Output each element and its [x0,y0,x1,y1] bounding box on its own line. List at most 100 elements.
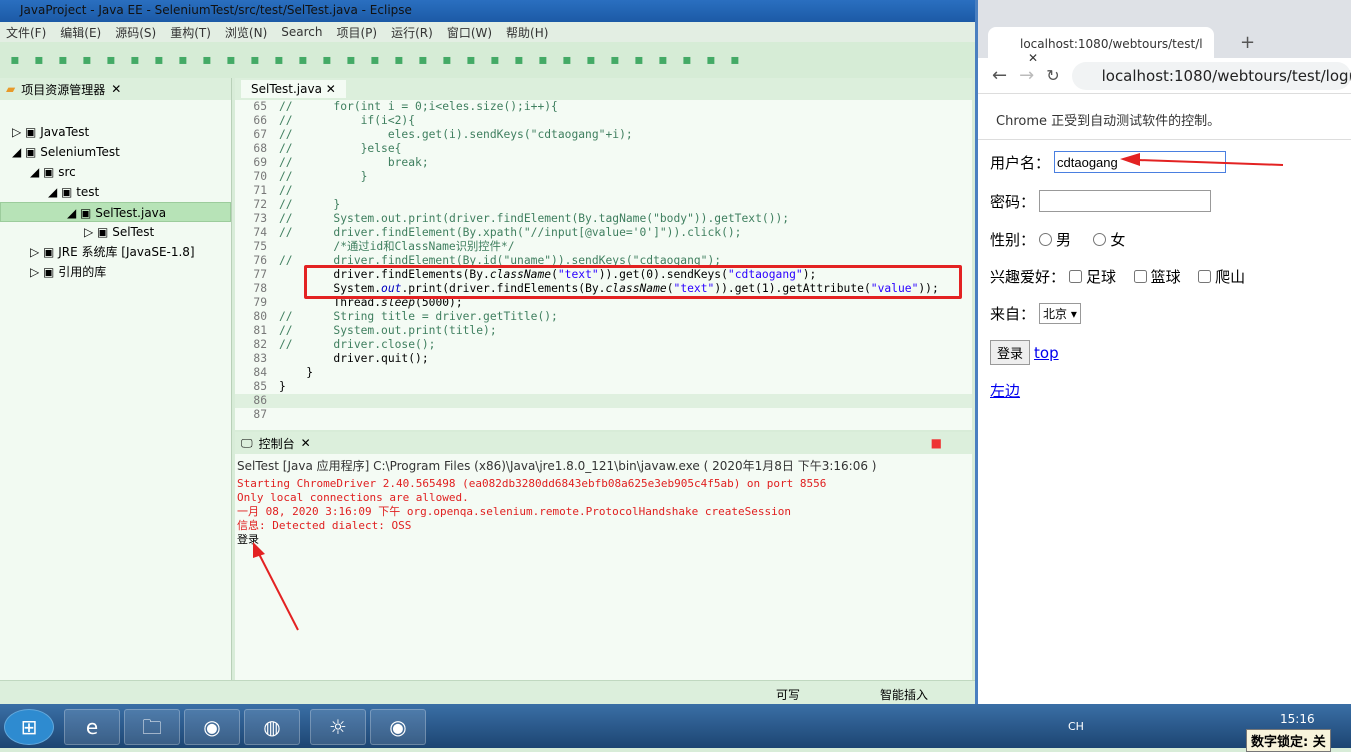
suspend-icon[interactable]: ▪ [174,51,192,69]
from-select[interactable]: 北京 ▾ [1039,303,1081,324]
menu-item[interactable]: 项目(P) [337,24,378,41]
step-into-icon[interactable]: ▪ [246,51,264,69]
expand-arrow-icon[interactable]: ▷ [84,225,97,239]
hobby-climbing-checkbox[interactable] [1198,270,1212,283]
code-line[interactable]: 66 // if(i<2){ [235,114,972,128]
code-line[interactable]: 83 driver.quit(); [235,352,972,366]
disconnect-icon[interactable]: ▪ [222,51,240,69]
tree-item[interactable]: ▷ ▣ SelTest [0,222,231,242]
close-icon[interactable]: ✕ [301,436,311,450]
marker-icon[interactable]: ▪ [558,51,576,69]
code-line[interactable]: 75 /*通过id和ClassName识别控件*/ [235,240,972,254]
expand-arrow-icon[interactable]: ◢ [12,145,25,159]
code-line[interactable]: 70 // } [235,170,972,184]
new-icon[interactable]: ▪ [6,51,24,69]
taskbar-chrome-icon[interactable]: ◉ [184,709,240,745]
save-icon[interactable]: ▪ [54,51,72,69]
expand-arrow-icon[interactable]: ◢ [67,206,80,220]
code-line[interactable]: 81 // System.out.print(title); [235,324,972,338]
code-line[interactable]: 71 // [235,184,972,198]
code-line[interactable]: 80 // String title = driver.getTitle(); [235,310,972,324]
gender-female-radio[interactable] [1093,233,1107,246]
top-link[interactable]: top [1034,344,1059,362]
external-tools-icon[interactable]: ▪ [414,51,432,69]
tree-item[interactable]: ◢ ▣ SeleniumTest [0,142,231,162]
web-icon[interactable]: ▪ [438,51,456,69]
code-line[interactable]: 72 // } [235,198,972,212]
tree-item[interactable]: ◢ ▣ test [0,182,231,202]
step-over-icon[interactable]: ▪ [270,51,288,69]
taskbar-eclipse-icon[interactable]: ☼ [310,709,366,745]
globe-icon[interactable]: ▪ [678,51,696,69]
code-line[interactable]: 86 [235,394,972,408]
hobby-basketball-checkbox[interactable] [1133,270,1147,283]
code-line[interactable]: 68 // }else{ [235,142,972,156]
taskbar-firefox-icon[interactable]: ◍ [244,709,300,745]
explorer-title[interactable]: 项目资源管理器 [21,81,105,98]
close-icon[interactable]: ✕ [111,82,121,96]
menu-item[interactable]: Search [281,25,322,39]
taskbar-explorer-icon[interactable]: 🗀 [124,709,180,745]
expand-arrow-icon[interactable]: ▷ [30,265,43,279]
left-link[interactable]: 左边 [990,380,1020,401]
menu-item[interactable]: 重构(T) [170,24,211,41]
tree-item[interactable]: ▷ ▣ JRE 系统库 [JavaSE-1.8] [0,242,231,262]
menu-item[interactable]: 编辑(E) [60,24,101,41]
code-line[interactable]: 87 [235,408,972,422]
terminate-icon[interactable]: ■ [931,436,942,450]
new-tab-button[interactable]: + [1240,32,1255,53]
tab-seltest-java[interactable]: SelTest.java ✕ [241,80,346,98]
highlight-icon[interactable]: ▪ [582,51,600,69]
share-icon[interactable]: ▪ [702,51,720,69]
menu-item[interactable]: 浏览(N) [225,24,267,41]
save-all-icon[interactable]: ▪ [78,51,96,69]
menu-item[interactable]: 帮助(H) [506,24,548,41]
open-type-icon[interactable]: ▪ [486,51,504,69]
resume-icon[interactable]: ▪ [150,51,168,69]
terminal-icon[interactable]: ▪ [102,51,120,69]
login-button[interactable]: 登录 [990,340,1031,365]
code-line[interactable]: 67 // eles.get(i).sendKeys("cdtaogang"+i)… [235,128,972,142]
code-line[interactable]: 74 // driver.findElement(By.xpath("//inpu… [235,226,972,240]
menu-item[interactable]: 运行(R) [391,24,433,41]
code-editor[interactable]: SelTest.java ✕ 65 // for(int i = 0;i<eles… [235,78,972,430]
new-package-icon[interactable]: ▪ [30,51,48,69]
drop-icon[interactable]: ▪ [318,51,336,69]
word-wrap-icon[interactable]: ▪ [606,51,624,69]
skip-icon[interactable]: ▪ [126,51,144,69]
browser-tab[interactable]: localhost:1080/webtours/test/l ✕ [988,27,1214,65]
tree-item[interactable]: ▷ ▣ 引用的库 [0,262,231,282]
expand-arrow-icon[interactable]: ◢ [30,165,43,179]
show-whitespace-icon[interactable]: ▪ [654,51,672,69]
expand-arrow-icon[interactable]: ▷ [30,245,43,259]
use-step-icon[interactable]: ▪ [342,51,360,69]
tree-item[interactable]: ◢ ▣ src [0,162,231,182]
open-task-icon[interactable]: ▪ [510,51,528,69]
tree-item[interactable]: ◢ ▣ SelTest.java [0,202,231,222]
menu-item[interactable]: 源码(S) [115,24,156,41]
search-icon[interactable]: ▪ [534,51,552,69]
menu-item[interactable]: 窗口(W) [447,24,492,41]
code-line[interactable]: 73 // System.out.print(driver.findElement… [235,212,972,226]
code-line[interactable]: 85} [235,380,972,394]
spring-icon[interactable]: ▪ [462,51,480,69]
hobby-football-checkbox[interactable] [1069,270,1083,283]
close-icon[interactable]: ✕ [1028,51,1038,65]
block-icon[interactable]: ▪ [630,51,648,69]
reload-icon[interactable]: ↻ [1046,66,1059,85]
gender-male-radio[interactable] [1039,233,1053,246]
language-indicator[interactable]: CH [1068,720,1084,733]
taskbar-chrome-icon-2[interactable]: ◉ [370,709,426,745]
back-icon[interactable]: ← [992,65,1007,86]
clock[interactable]: 15:16 [1280,712,1315,726]
console-title[interactable]: 控制台 [259,435,295,452]
code-line[interactable]: 84 } [235,366,972,380]
code-line[interactable]: 69 // break; [235,156,972,170]
address-bar[interactable]: localhost:1080/webtours/test/login [1071,61,1351,90]
menu-item[interactable]: 文件(F) [6,24,46,41]
taskbar-ie-icon[interactable]: e [64,709,120,745]
debug-icon[interactable]: ▪ [366,51,384,69]
step-return-icon[interactable]: ▪ [294,51,312,69]
forward-icon[interactable]: → [1019,65,1034,86]
code-line[interactable]: 82 // driver.close(); [235,338,972,352]
